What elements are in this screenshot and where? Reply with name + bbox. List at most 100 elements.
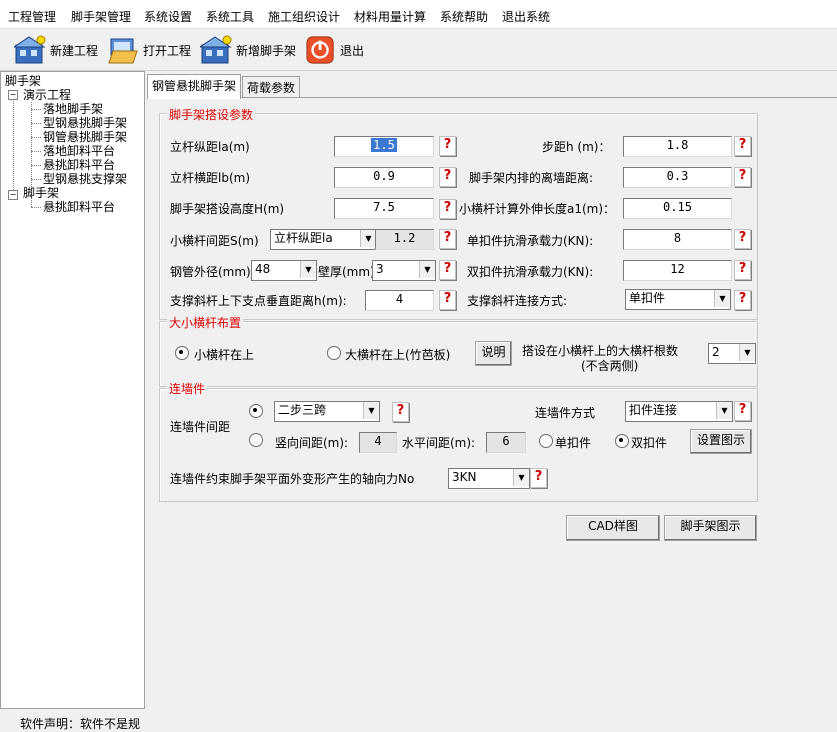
menu-bar: 工程管理 脚手架管理 系统设置 系统工具 施工组织设计 材料用量计算 系统帮助 …	[0, 0, 837, 29]
single-clamp-radio[interactable]	[539, 434, 553, 448]
pattern-select[interactable]: 二步三跨 ▼	[274, 401, 380, 422]
tree-item-floor-scaffold[interactable]: 落地脚手架	[43, 103, 103, 116]
chevron-down-icon: ▼	[714, 290, 730, 307]
tree-item-cantilever-platform-2[interactable]: 悬挑卸料平台	[43, 201, 115, 214]
help-icon-brace-height[interactable]: ?	[439, 290, 456, 310]
toolbar: 新建工程 打开工程 新增脚手架 退出	[0, 29, 837, 71]
double-clamp-input[interactable]: 12	[623, 260, 732, 281]
diameter-label: 钢管外径(mm)	[170, 265, 251, 279]
lb-label: 立杆横距lb(m)	[170, 171, 251, 185]
axial-force-label: 连墙件约束脚手架平面外变形产生的轴向力No	[170, 472, 415, 486]
add-scaffold-label: 新增脚手架	[236, 43, 297, 58]
horizontal-spacing-label: 水平间距(m):	[402, 436, 476, 450]
axial-force-select[interactable]: 3KN ▼	[448, 468, 530, 489]
cad-sample-button[interactable]: CAD样图	[566, 515, 660, 541]
diameter-select[interactable]: 48 ▼	[251, 260, 317, 281]
large-bar-top-radio[interactable]	[327, 346, 341, 360]
help-icon-pattern[interactable]: ?	[392, 402, 409, 422]
open-project-button[interactable]: 打开工程	[107, 33, 191, 67]
menu-project[interactable]: 工程管理	[8, 8, 56, 25]
menu-scaffold[interactable]: 脚手架管理	[71, 8, 131, 25]
thickness-label: 壁厚(mm)	[318, 265, 375, 279]
pattern-radio[interactable]	[249, 404, 263, 418]
help-icon-single-clamp[interactable]: ?	[734, 229, 751, 249]
lb-input[interactable]: 0.9	[334, 167, 434, 188]
collapse-icon[interactable]: −	[8, 90, 18, 100]
tree-item-cantilever-platform[interactable]: 悬挑卸料平台	[43, 159, 115, 172]
power-icon	[306, 36, 334, 64]
wall-ties-title: 连墙件	[167, 380, 208, 397]
explain-button[interactable]: 说明	[475, 341, 512, 366]
tree-item-floor-platform[interactable]: 落地卸料平台	[43, 145, 115, 158]
tie-mode-label: 连墙件方式	[535, 406, 596, 420]
help-icon-lb[interactable]: ?	[439, 167, 456, 187]
scaffold-diagram-button[interactable]: 脚手架图示	[664, 515, 757, 541]
collapse-icon[interactable]: −	[8, 190, 18, 200]
step-h-label: 步距h (m)：	[542, 140, 611, 154]
tree-project-scaffold[interactable]: 脚手架	[23, 187, 59, 200]
brace-height-input[interactable]: 4	[365, 290, 434, 311]
setup-params-title: 脚手架搭设参数	[167, 106, 256, 123]
small-bar-top-label: 小横杆在上	[194, 348, 255, 362]
single-clamp-input[interactable]: 8	[623, 229, 732, 250]
menu-settings[interactable]: 系统设置	[144, 8, 192, 25]
large-bar-top-label: 大横杆在上(竹芭板)	[345, 348, 451, 362]
step-h-input[interactable]: 1.8	[623, 136, 732, 157]
a1-label: 小横杆计算外伸长度a1(m)：	[459, 202, 616, 216]
tab-load-params[interactable]: 荷载参数	[242, 76, 301, 99]
menu-materials[interactable]: 材料用量计算	[354, 8, 426, 25]
help-icon-tie-mode[interactable]: ?	[734, 401, 751, 421]
brace-connection-select[interactable]: 单扣件 ▼	[625, 289, 731, 310]
bar-count-sublabel: (不含两侧)	[581, 359, 639, 373]
wall-distance-input[interactable]: 0.3	[623, 167, 732, 188]
tree-root[interactable]: 脚手架	[5, 75, 41, 88]
help-icon-double-clamp[interactable]: ?	[734, 260, 751, 280]
tab-pipe-cantilever[interactable]: 钢管悬挑脚手架	[147, 74, 242, 99]
tree-project-demo[interactable]: 演示工程	[23, 89, 71, 102]
horizontal-spacing-input[interactable]: 6	[486, 432, 526, 453]
brace-connection-label: 支撑斜杆连接方式:	[467, 294, 568, 308]
chevron-down-icon: ▼	[513, 469, 529, 486]
help-icon-spacing[interactable]: ?	[439, 229, 456, 249]
add-scaffold-icon	[200, 35, 232, 64]
menu-exit[interactable]: 退出系统	[502, 8, 550, 25]
tree-item-steel-cantilever[interactable]: 型钢悬挑脚手架	[43, 117, 127, 130]
help-icon-wall-distance[interactable]: ?	[734, 167, 751, 187]
vertical-spacing-label: 竖向间距(m):	[275, 436, 349, 450]
menu-help[interactable]: 系统帮助	[440, 8, 488, 25]
tree-line	[13, 94, 14, 194]
add-scaffold-button[interactable]: 新增脚手架	[200, 33, 296, 67]
tree-item-pipe-cantilever[interactable]: 钢管悬挑脚手架	[43, 131, 128, 144]
project-tree[interactable]: 脚手架 − 演示工程 落地脚手架 型钢悬挑脚手架 钢管悬挑脚手架 落地卸料平台 …	[0, 71, 145, 732]
height-input[interactable]: 7.5	[334, 198, 434, 219]
open-project-label: 打开工程	[143, 43, 192, 58]
menu-tools[interactable]: 系统工具	[206, 8, 254, 25]
help-icon-brace-connection[interactable]: ?	[734, 290, 751, 310]
setup-diagram-button[interactable]: 设置图示	[690, 429, 752, 454]
menu-construction[interactable]: 施工组织设计	[268, 8, 340, 25]
bars-layout-title: 大小横杆布置	[167, 314, 244, 331]
custom-spacing-radio[interactable]	[249, 433, 263, 447]
open-project-icon	[108, 38, 138, 64]
new-project-button[interactable]: 新建工程	[14, 33, 98, 67]
help-icon-axial[interactable]: ?	[530, 468, 547, 488]
thickness-select[interactable]: 3 ▼	[372, 260, 436, 281]
exit-button[interactable]: 退出	[306, 33, 364, 67]
help-icon-h[interactable]: ?	[734, 136, 751, 156]
vertical-spacing-input[interactable]: 4	[359, 432, 397, 453]
tree-item-steel-support[interactable]: 型钢悬挑支撑架	[43, 173, 127, 186]
help-icon-la[interactable]: ?	[439, 136, 456, 156]
small-bar-top-radio[interactable]	[175, 346, 189, 360]
help-icon-height[interactable]: ?	[439, 199, 456, 219]
a1-input[interactable]: 0.15	[623, 198, 732, 219]
chevron-down-icon: ▼	[300, 261, 316, 278]
brace-height-label: 支撑斜杆上下支点垂直距离h(m):	[170, 294, 347, 308]
bar-count-select[interactable]: 2 ▼	[708, 343, 756, 364]
double-clamp-radio[interactable]	[615, 434, 629, 448]
spacing-s-label: 小横杆间距S(m)	[170, 234, 259, 248]
single-clamp-option-label: 单扣件	[555, 436, 592, 450]
help-icon-diameter[interactable]: ?	[439, 260, 456, 280]
spacing-s-select[interactable]: 立杆纵距la ▼	[270, 229, 377, 250]
tie-mode-select[interactable]: 扣件连接 ▼	[625, 401, 733, 422]
la-input[interactable]: 1.5	[334, 136, 434, 157]
